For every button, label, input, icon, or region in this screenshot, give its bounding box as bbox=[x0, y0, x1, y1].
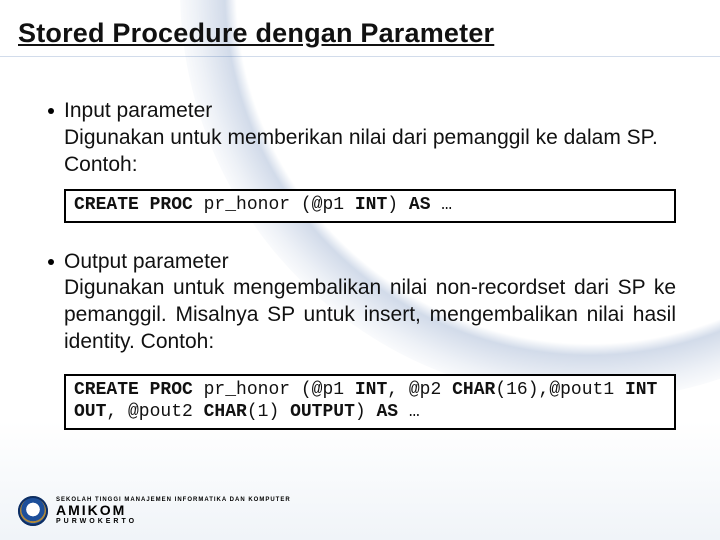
bullet-text: Output parameter Digunakan untuk mengemb… bbox=[64, 249, 676, 357]
code-close2: ) bbox=[355, 402, 377, 422]
kw-int: INT bbox=[355, 195, 387, 215]
bullet-dot-icon bbox=[48, 108, 54, 114]
code-tail2: … bbox=[398, 402, 420, 422]
bullet-output-parameter: Output parameter Digunakan untuk mengemb… bbox=[48, 249, 676, 357]
section1-heading: Input parameter bbox=[64, 99, 212, 122]
kw-int: INT bbox=[355, 380, 387, 400]
bullet-text: Input parameter Digunakan untuk memberik… bbox=[64, 98, 676, 179]
kw-create-proc: CREATE PROC bbox=[74, 195, 193, 215]
kw-char: CHAR bbox=[452, 380, 495, 400]
kw-char2: CHAR bbox=[204, 402, 247, 422]
kw-create-proc: CREATE PROC bbox=[74, 380, 193, 400]
footer-line3: PURWOKERTO bbox=[56, 518, 291, 525]
kw-as2: AS bbox=[376, 402, 398, 422]
code-tail: … bbox=[431, 195, 453, 215]
footer-line2: AMIKOM bbox=[56, 503, 291, 518]
title-rule bbox=[0, 56, 720, 57]
bullet-dot-icon bbox=[48, 259, 54, 265]
code-box-input: CREATE PROC pr_honor (@p1 INT) AS … bbox=[64, 189, 676, 223]
amikom-logo-icon bbox=[18, 496, 48, 526]
code-ident: pr_honor bbox=[193, 195, 301, 215]
code-open: (@p1 bbox=[301, 195, 355, 215]
code-sz4: (1) bbox=[247, 402, 290, 422]
code-box-output: CREATE PROC pr_honor (@p1 INT, @p2 CHAR(… bbox=[64, 374, 676, 430]
code-ident: pr_honor bbox=[193, 380, 301, 400]
kw-output: OUTPUT bbox=[290, 402, 355, 422]
section2-heading: Output parameter bbox=[64, 250, 229, 273]
kw-as: AS bbox=[409, 195, 431, 215]
code-c3: , @pout2 bbox=[106, 402, 203, 422]
footer: SEKOLAH TINGGI MANAJEMEN INFORMATIKA DAN… bbox=[18, 496, 291, 526]
code-c1: , @p2 bbox=[387, 380, 452, 400]
section2-desc: Digunakan untuk mengembalikan nilai non-… bbox=[64, 276, 676, 353]
bullet-input-parameter: Input parameter Digunakan untuk memberik… bbox=[48, 98, 676, 179]
code-sz2: (16),@pout1 bbox=[495, 380, 625, 400]
slide-root: Stored Procedure dengan Parameter Input … bbox=[0, 0, 720, 540]
code-p1: (@p1 bbox=[301, 380, 355, 400]
section1-desc: Digunakan untuk memberikan nilai dari pe… bbox=[64, 126, 658, 176]
footer-text: SEKOLAH TINGGI MANAJEMEN INFORMATIKA DAN… bbox=[56, 497, 291, 525]
code-close: ) bbox=[387, 195, 409, 215]
slide-title: Stored Procedure dengan Parameter bbox=[18, 18, 494, 49]
slide-body: Input parameter Digunakan untuk memberik… bbox=[48, 98, 676, 430]
